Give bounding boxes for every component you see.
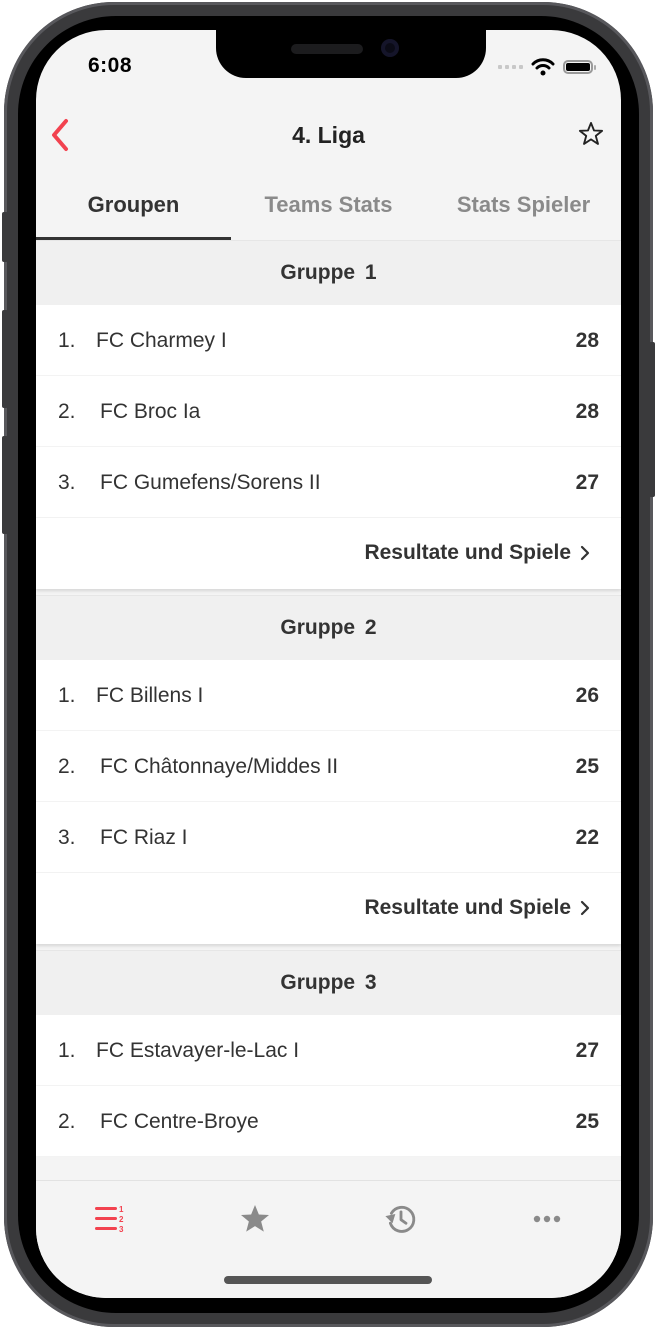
- rank: 3.: [58, 826, 76, 849]
- group-header: Gruppe 2: [36, 595, 621, 660]
- team-name: FC Gumefens/Sorens II: [100, 471, 321, 494]
- navigation-bar: 4. Liga: [36, 100, 621, 170]
- points: 27: [575, 1039, 599, 1062]
- results-label: Resultate und Spiele: [364, 541, 571, 564]
- groups-list[interactable]: Gruppe 1 1. FC Charmey I 28 2. FC Broc I…: [36, 240, 621, 1180]
- results-label: Resultate und Spiele: [364, 896, 571, 919]
- points: 27: [575, 471, 599, 494]
- results-link[interactable]: Resultate und Spiele: [36, 518, 621, 589]
- ranking-list-icon: 1 2 3: [95, 1205, 124, 1234]
- tabbar-history[interactable]: [381, 1199, 421, 1239]
- team-name: FC Estavayer-le-Lac I: [96, 1039, 300, 1062]
- tab-teams-stats[interactable]: Teams Stats: [231, 170, 426, 240]
- team-name: FC Charmey I: [96, 329, 227, 352]
- tabbar-more[interactable]: [527, 1199, 567, 1239]
- home-indicator[interactable]: [224, 1276, 432, 1284]
- rank: 2.: [58, 755, 76, 778]
- points: 25: [575, 1110, 599, 1133]
- tab-groupen[interactable]: Groupen: [36, 170, 231, 240]
- chevron-right-icon: [580, 900, 590, 916]
- camera: [381, 39, 399, 57]
- table-row[interactable]: 3. FC Riaz I 22: [36, 802, 621, 873]
- volume-up-button: [2, 310, 8, 408]
- points: 26: [575, 684, 599, 707]
- power-button: [649, 342, 655, 497]
- notch: [216, 30, 486, 78]
- table-row[interactable]: 2. FC Châtonnaye/Middes II 25: [36, 731, 621, 802]
- table-row[interactable]: 2. FC Centre-Broye 25: [36, 1086, 621, 1157]
- tabbar-rankings[interactable]: 1 2 3: [90, 1199, 130, 1239]
- group-header: Gruppe 1: [36, 240, 621, 305]
- results-link[interactable]: Resultate und Spiele: [36, 873, 621, 944]
- rank: 2.: [58, 1110, 76, 1133]
- screen: 6:08 4. Liga Groupen Teams Stats Stats S…: [36, 30, 621, 1298]
- mute-switch: [2, 212, 8, 262]
- page-title: 4. Liga: [292, 122, 365, 148]
- svg-text:2: 2: [119, 1215, 124, 1224]
- svg-text:3: 3: [119, 1225, 124, 1234]
- star-icon: [241, 1205, 269, 1232]
- rank: 1.: [58, 684, 76, 707]
- team-name: FC Châtonnaye/Middes II: [100, 755, 339, 778]
- rank: 2.: [58, 400, 76, 423]
- star-outline-icon: [578, 121, 604, 145]
- points: 22: [575, 826, 599, 849]
- favorite-button[interactable]: [577, 120, 605, 148]
- status-time: 6:08: [88, 54, 133, 77]
- group-header: Gruppe 3: [36, 950, 621, 1015]
- points: 25: [575, 755, 599, 778]
- history-icon: [385, 1205, 416, 1233]
- table-row[interactable]: 2. FC Broc Ia 28: [36, 376, 621, 447]
- points: 28: [575, 329, 599, 352]
- rank: 3.: [58, 471, 76, 494]
- wifi-icon: [531, 58, 555, 76]
- tabbar-favorites[interactable]: [235, 1199, 275, 1239]
- battery-icon: [563, 60, 596, 74]
- team-name: FC Broc Ia: [100, 400, 201, 423]
- table-row[interactable]: 1. FC Estavayer-le-Lac I 27: [36, 1015, 621, 1086]
- rank: 1.: [58, 329, 76, 352]
- volume-down-button: [2, 436, 8, 534]
- svg-text:1: 1: [119, 1205, 124, 1214]
- table-row[interactable]: 3. FC Gumefens/Sorens II 27: [36, 447, 621, 518]
- signal-icon: [498, 65, 523, 69]
- team-name: FC Riaz I: [100, 826, 188, 849]
- speaker: [291, 44, 363, 54]
- segment-tabs: Groupen Teams Stats Stats Spieler: [36, 170, 621, 240]
- table-row[interactable]: 1. FC Billens I 26: [36, 660, 621, 731]
- table-row[interactable]: 1. FC Charmey I 28: [36, 305, 621, 376]
- team-name: FC Billens I: [96, 684, 204, 707]
- more-icon: [533, 1215, 561, 1223]
- status-icons: [498, 58, 596, 76]
- points: 28: [575, 400, 599, 423]
- rank: 1.: [58, 1039, 76, 1062]
- tab-stats-spieler[interactable]: Stats Spieler: [426, 170, 621, 240]
- team-name: FC Centre-Broye: [100, 1110, 259, 1133]
- chevron-right-icon: [580, 545, 590, 561]
